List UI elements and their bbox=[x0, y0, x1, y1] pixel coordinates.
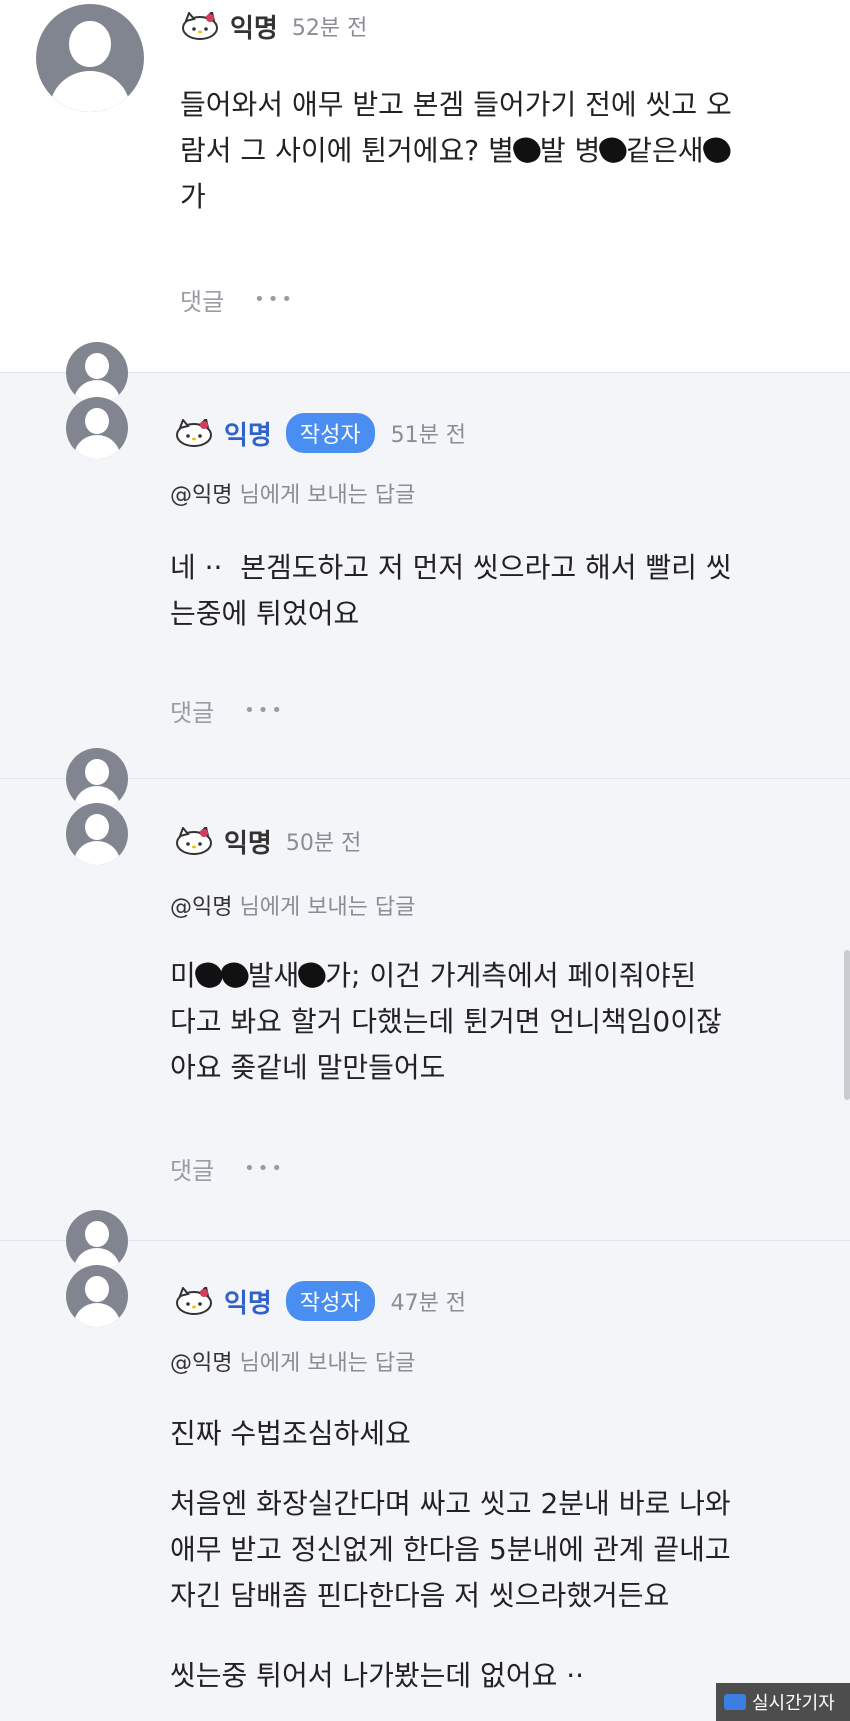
reply-to-user[interactable]: @익명 bbox=[170, 483, 232, 508]
comment-paragraph: 진짜 수법조심하세요 bbox=[170, 1417, 411, 1450]
hello-kitty-icon bbox=[176, 827, 212, 855]
comment-paragraph: 처음엔 화장실간다며 싸고 씻고 2분내 바로 나와 애무 받고 정신없게 한다… bbox=[170, 1487, 731, 1612]
watermark-logo-icon bbox=[724, 1694, 746, 1710]
comment-body: 미 발새 가; 이건 가게측에서 페이줘야된 다고 봐요 할거 다했는데 튄거면 언… bbox=[170, 958, 722, 1084]
more-options-icon[interactable]: ••• bbox=[254, 289, 295, 310]
comment-body: 네 ·· 본겜도하고 저 먼저 씻으라고 해서 빨리 씻 는중에 튀었어요 bbox=[170, 551, 732, 630]
avatar-stack bbox=[66, 748, 128, 810]
comment-actions: 댓글 ••• bbox=[180, 282, 295, 317]
comment-meta: 익명 작성자 47분 전 bbox=[174, 1281, 466, 1321]
reply-to-suffix: 님에게 보내는 답글 bbox=[239, 895, 416, 920]
comment-2: 익명 작성자 51분 전 @익명 님에게 보내는 답글 네 ·· 본겜도하고 저… bbox=[0, 342, 850, 778]
comment-actions: 댓글 ••• bbox=[170, 1151, 285, 1186]
hello-kitty-icon bbox=[176, 1287, 212, 1315]
reply-to-line: @익명 님에게 보내는 답글 bbox=[170, 1345, 415, 1377]
avatar-stack bbox=[66, 342, 128, 404]
reply-to-user[interactable]: @익명 bbox=[170, 895, 232, 920]
reply-button[interactable]: 댓글 bbox=[170, 1151, 214, 1186]
watermark-text: 실시간기자 bbox=[752, 1693, 835, 1714]
avatar[interactable] bbox=[66, 1265, 128, 1327]
author-name[interactable]: 익명 bbox=[224, 1283, 272, 1320]
comment-meta: 익명 작성자 51분 전 bbox=[174, 413, 466, 453]
reply-to-suffix: 님에게 보내는 답글 bbox=[239, 1351, 416, 1376]
reply-to-suffix: 님에게 보내는 답글 bbox=[239, 483, 416, 508]
author-badge: 작성자 bbox=[285, 1281, 375, 1321]
scrollbar[interactable] bbox=[844, 950, 850, 1100]
more-options-icon[interactable]: ••• bbox=[244, 700, 285, 721]
comment-3: 익명 50분 전 @익명 님에게 보내는 답글 미 발새 가; 이건 가게측에서 페… bbox=[0, 748, 850, 1240]
author-name[interactable]: 익명 bbox=[230, 8, 278, 45]
hello-kitty-icon bbox=[182, 12, 218, 40]
comment-meta: 익명 50분 전 bbox=[174, 821, 361, 861]
author-name[interactable]: 익명 bbox=[224, 415, 272, 452]
comment-time: 50분 전 bbox=[285, 831, 362, 856]
censor-blot bbox=[596, 133, 630, 167]
comment-actions: 댓글 ••• bbox=[170, 693, 285, 728]
avatar[interactable] bbox=[66, 803, 128, 865]
reply-button[interactable]: 댓글 bbox=[170, 693, 214, 728]
avatar[interactable] bbox=[66, 397, 128, 459]
comment-time: 47분 전 bbox=[390, 1291, 467, 1316]
author-badge: 작성자 bbox=[285, 413, 375, 453]
avatar[interactable] bbox=[36, 4, 144, 112]
reply-to-user[interactable]: @익명 bbox=[170, 1351, 232, 1376]
censor-blot bbox=[510, 133, 544, 167]
more-options-icon[interactable]: ••• bbox=[244, 1158, 285, 1179]
watermark: 실시간기자 bbox=[716, 1683, 850, 1721]
comment-meta: 익명 52분 전 bbox=[180, 6, 367, 46]
comment-4: 익명 작성자 47분 전 @익명 님에게 보내는 답글 진짜 수법조심하세요 처… bbox=[0, 1210, 850, 1721]
reply-to-line: @익명 님에게 보내는 답글 bbox=[170, 889, 415, 921]
censor-blot bbox=[699, 133, 734, 167]
censor-blot bbox=[218, 958, 252, 992]
reply-button[interactable]: 댓글 bbox=[180, 282, 224, 317]
reply-to-line: @익명 님에게 보내는 답글 bbox=[170, 477, 415, 509]
comment-1: 익명 52분 전 들어와서 애무 받고 본겜 들어가기 전에 씻고 오 람서 그… bbox=[0, 0, 850, 372]
comment-body: 들어와서 애무 받고 본겜 들어가기 전에 씻고 오 람서 그 사이에 튄거에요… bbox=[180, 88, 734, 213]
hello-kitty-icon bbox=[176, 419, 212, 447]
censor-blot bbox=[295, 958, 329, 992]
avatar-stack bbox=[66, 1210, 128, 1272]
author-name[interactable]: 익명 bbox=[224, 823, 272, 860]
comment-time: 52분 전 bbox=[291, 16, 368, 41]
comment-time: 51분 전 bbox=[390, 423, 467, 448]
